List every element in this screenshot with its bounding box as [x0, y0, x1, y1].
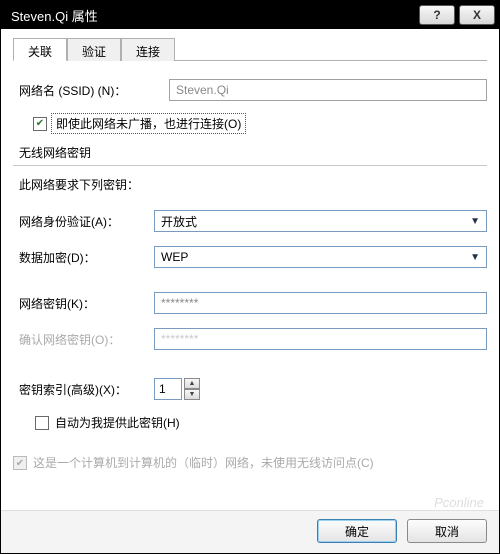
- key-row: 网络密钥(K)：: [19, 292, 487, 314]
- auto-key-row: 自动为我提供此密钥(H): [35, 414, 487, 431]
- broadcast-checkbox[interactable]: [33, 117, 47, 131]
- encrypt-value: WEP: [161, 250, 188, 264]
- window-title: Steven.Qi 属性: [11, 6, 415, 25]
- auth-value: 开放式: [161, 213, 197, 230]
- encrypt-combobox[interactable]: WEP ▼: [154, 246, 487, 268]
- titlebar: Steven.Qi 属性 ? X: [1, 1, 499, 29]
- adhoc-label: 这是一个计算机到计算机的（临时）网络，未使用无线访问点(C): [33, 454, 374, 472]
- spinner-up-button[interactable]: ▲: [184, 378, 200, 389]
- auth-row: 网络身份验证(A)： 开放式 ▼: [19, 210, 487, 232]
- ssid-input[interactable]: [169, 79, 487, 101]
- auth-label: 网络身份验证(A)：: [19, 213, 154, 230]
- divider-1: [13, 165, 487, 166]
- close-icon: X: [473, 8, 481, 22]
- tab-strip: 关联 验证 连接: [13, 37, 487, 61]
- key-label: 网络密钥(K)：: [19, 295, 154, 312]
- key-confirm-label: 确认网络密钥(O)：: [19, 331, 154, 348]
- adhoc-row: ✔ 这是一个计算机到计算机的（临时）网络，未使用无线访问点(C): [13, 454, 487, 472]
- key-index-input[interactable]: [154, 378, 182, 400]
- watermark: Pconline: [434, 495, 484, 510]
- wireless-key-group-title: 无线网络密钥: [19, 144, 487, 161]
- auth-combobox[interactable]: 开放式 ▼: [154, 210, 487, 232]
- properties-dialog: Steven.Qi 属性 ? X 关联 验证 连接 网络名 (SSID) (N)…: [0, 0, 500, 554]
- dialog-buttons: 确定 取消: [1, 510, 499, 553]
- close-button[interactable]: X: [459, 5, 495, 25]
- chevron-down-icon: ▼: [470, 216, 480, 227]
- help-button[interactable]: ?: [419, 5, 455, 25]
- cancel-button[interactable]: 取消: [407, 519, 487, 543]
- broadcast-row: 即使此网络未广播，也进行连接(O): [33, 113, 487, 134]
- key-index-row: 密钥索引(高级)(X)： ▲ ▼: [19, 378, 487, 400]
- tab-association[interactable]: 关联: [13, 38, 67, 61]
- tab-connection[interactable]: 连接: [121, 38, 175, 61]
- ok-button[interactable]: 确定: [317, 519, 397, 543]
- ssid-row: 网络名 (SSID) (N)：: [19, 79, 487, 101]
- key-index-spinner: ▲ ▼: [154, 378, 200, 400]
- encrypt-label: 数据加密(D)：: [19, 249, 154, 266]
- adhoc-checkbox: ✔: [13, 456, 27, 470]
- dialog-content: 关联 验证 连接 网络名 (SSID) (N)： 即使此网络未广播，也进行连接(…: [1, 29, 499, 510]
- chevron-down-icon: ▼: [470, 252, 480, 263]
- tab-authentication[interactable]: 验证: [67, 38, 121, 61]
- wireless-key-group-desc: 此网络要求下列密钥：: [19, 176, 487, 193]
- auto-key-label: 自动为我提供此密钥(H): [55, 414, 180, 431]
- network-key-confirm-input: [154, 328, 487, 350]
- spinner-buttons: ▲ ▼: [184, 378, 200, 400]
- key-index-label: 密钥索引(高级)(X)：: [19, 381, 154, 398]
- encrypt-row: 数据加密(D)： WEP ▼: [19, 246, 487, 268]
- auto-key-checkbox[interactable]: [35, 416, 49, 430]
- network-key-input[interactable]: [154, 292, 487, 314]
- ssid-label: 网络名 (SSID) (N)：: [19, 82, 169, 99]
- key-confirm-row: 确认网络密钥(O)：: [19, 328, 487, 350]
- broadcast-label: 即使此网络未广播，也进行连接(O): [51, 113, 246, 134]
- spinner-down-button[interactable]: ▼: [184, 389, 200, 400]
- help-icon: ?: [433, 8, 440, 22]
